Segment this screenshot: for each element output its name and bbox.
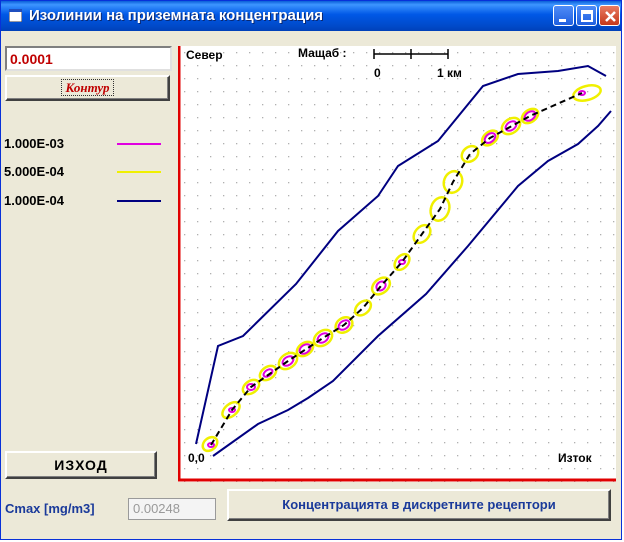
window-title: Изолинии на приземната концентрация <box>29 7 324 24</box>
maximize-button[interactable] <box>576 5 597 26</box>
app-icon <box>9 9 22 22</box>
cmax-field: 0.00248 <box>128 498 216 520</box>
contour-value-input[interactable]: 0.0001 <box>5 46 172 71</box>
east-label: Изток <box>558 451 593 465</box>
contour-plot[interactable]: Север Мащаб : 0 1 км 0,0 Изток <box>178 46 616 482</box>
legend-swatch-3 <box>117 200 161 202</box>
scale-label: Мащаб : <box>298 46 347 60</box>
minimize-icon <box>559 19 566 22</box>
exit-button[interactable]: ИЗХОД <box>5 451 157 479</box>
title-bar[interactable]: Изолинии на приземната концентрация <box>1 1 621 31</box>
grid-dots <box>178 46 616 482</box>
close-icon <box>605 11 616 22</box>
maximize-icon <box>581 10 593 22</box>
cmax-label: Cmax [mg/m3] <box>5 501 95 516</box>
contour-button-label: Контур <box>60 79 115 96</box>
scale-tick-1: 1 км <box>437 66 462 80</box>
scale-tick-0: 0 <box>374 66 381 80</box>
minimize-button[interactable] <box>553 5 574 26</box>
legend-label-1: 1.000E-03 <box>4 136 64 151</box>
contour-button[interactable]: Контур <box>5 75 170 101</box>
legend-swatch-1 <box>117 143 161 145</box>
close-button[interactable] <box>599 5 620 26</box>
legend-label-3: 1.000E-04 <box>4 193 64 208</box>
north-label: Север <box>186 48 223 62</box>
legend-label-2: 5.000E-04 <box>4 164 64 179</box>
receptors-button[interactable]: Концентрацията в дискретните рецептори <box>227 489 611 521</box>
origin-label: 0,0 <box>188 451 205 465</box>
main-window: Изолинии на приземната концентрация 0.00… <box>0 0 622 540</box>
legend-swatch-2 <box>117 171 161 173</box>
